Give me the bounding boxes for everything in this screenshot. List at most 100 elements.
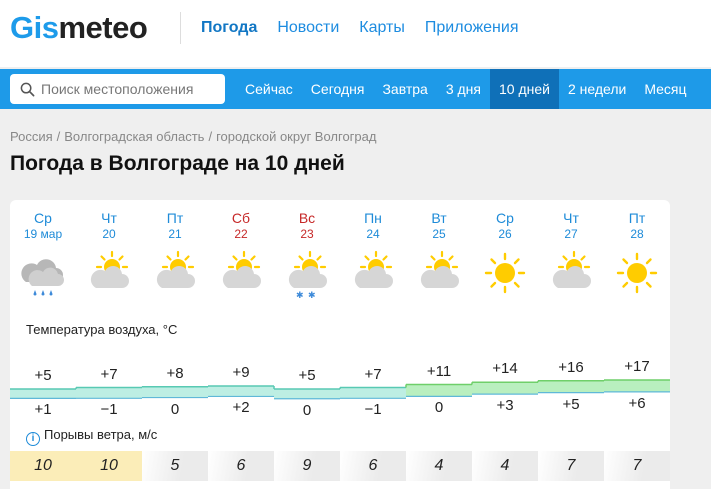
max-temp-value: +14 — [492, 360, 518, 378]
nav-news[interactable]: Новости — [277, 19, 339, 37]
main-nav: Погода Новости Карты Приложения — [201, 19, 518, 37]
max-temp-value: +8 — [166, 364, 184, 382]
temperature-band — [472, 382, 538, 395]
min-temp-value: 0 — [434, 399, 444, 417]
day-of-week: Пт — [166, 210, 184, 226]
day-date: 24 — [366, 227, 380, 241]
top-header: Gismeteo Погода Новости Карты Приложения — [0, 0, 711, 67]
gusts-label: Порывы ветра, м/с — [44, 427, 158, 442]
day-header[interactable]: Пт 28 — [604, 209, 670, 242]
search-input[interactable] — [41, 81, 211, 97]
forecast-toolbar: Сейчас Сегодня Завтра 3 дня 10 дней 2 не… — [0, 69, 711, 109]
temperature-band — [142, 386, 208, 398]
day-date: 20 — [102, 227, 116, 241]
min-temp-value: +3 — [496, 397, 514, 415]
temperature-band — [406, 384, 472, 397]
breadcrumb-separator: / — [56, 129, 61, 144]
wind-gust-value: 6 — [340, 451, 406, 481]
day-header[interactable]: Вс 23 — [274, 209, 340, 242]
tab-tomorrow[interactable]: Завтра — [373, 69, 436, 109]
tab-now[interactable]: Сейчас — [236, 69, 302, 109]
max-temp-value: +7 — [364, 365, 382, 383]
tab-2-weeks[interactable]: 2 недели — [559, 69, 635, 109]
sun-cloud-icon — [150, 248, 200, 298]
breadcrumb-separator: / — [208, 129, 213, 144]
min-temp-value: +2 — [232, 399, 250, 417]
wind-gust-value: 4 — [406, 451, 472, 481]
day-date: 28 — [630, 227, 644, 241]
min-temp-value: +1 — [34, 401, 52, 419]
sun-icon — [480, 248, 530, 298]
day-of-week: Чт — [101, 210, 117, 226]
nav-weather[interactable]: Погода — [201, 19, 257, 37]
gismeteo-logo[interactable]: Gismeteo — [10, 10, 148, 46]
breadcrumb-district[interactable]: городской округ Волгоград — [216, 129, 376, 144]
temperature-band — [10, 389, 76, 399]
info-icon[interactable]: i — [26, 432, 40, 446]
page-title: Погода в Волгограде на 10 дней — [10, 152, 345, 175]
wind-gust-value: 10 — [76, 451, 142, 481]
gusts-row: 10 10 5 6 9 6 4 4 7 7 — [10, 451, 670, 481]
sun-icon — [612, 248, 662, 298]
day-header[interactable]: Ср 19 мар — [10, 209, 76, 242]
min-temp-value: −1 — [100, 401, 118, 419]
day-date: 21 — [168, 227, 182, 241]
period-tabs: Сейчас Сегодня Завтра 3 дня 10 дней 2 не… — [236, 69, 696, 109]
temperature-band — [604, 380, 670, 392]
tab-10-days[interactable]: 10 дней — [489, 69, 559, 109]
tab-3-days[interactable]: 3 дня — [437, 69, 490, 109]
nav-apps[interactable]: Приложения — [425, 19, 519, 37]
search-icon — [20, 82, 35, 96]
logo-part-meteo: meteo — [58, 10, 148, 45]
day-header[interactable]: Чт 27 — [538, 209, 604, 242]
temperature-band — [76, 387, 142, 399]
day-of-week: Вт — [431, 210, 447, 226]
max-temp-value: +7 — [100, 365, 118, 383]
min-temp-value: −1 — [364, 401, 382, 419]
max-temp-value: +5 — [298, 367, 316, 384]
min-temp-value: +5 — [562, 395, 580, 413]
wind-gust-value: 4 — [472, 451, 538, 481]
max-temp-value: +5 — [34, 367, 52, 384]
day-header[interactable]: Ср 26 — [472, 209, 538, 242]
logo-part-gis: Gis — [10, 10, 59, 45]
temperature-band — [274, 389, 340, 399]
day-of-week: Ср — [34, 210, 52, 226]
day-header[interactable]: Пт 21 — [142, 209, 208, 242]
max-temp-value: +16 — [558, 358, 584, 376]
temperature-band — [538, 380, 604, 393]
sun-cloud-icon — [348, 248, 398, 298]
day-date: 27 — [564, 227, 578, 241]
day-date: 25 — [432, 227, 446, 241]
day-date: 22 — [234, 227, 248, 241]
day-of-week: Чт — [563, 210, 579, 226]
svg-text:✱: ✱ — [308, 291, 316, 298]
search-box[interactable] — [10, 74, 225, 104]
tab-month[interactable]: Месяц — [635, 69, 695, 109]
header-divider — [180, 12, 181, 44]
day-of-week: Вс — [298, 210, 316, 226]
breadcrumb-region[interactable]: Волгоградская область — [64, 129, 204, 144]
tab-today[interactable]: Сегодня — [302, 69, 374, 109]
sun-cloud-icon — [546, 248, 596, 298]
day-date: 19 мар — [23, 227, 63, 241]
day-header[interactable]: Сб 22 — [208, 209, 274, 242]
nav-maps[interactable]: Карты — [359, 19, 405, 37]
day-date: 23 — [300, 227, 314, 241]
max-temp-value: +9 — [232, 364, 250, 381]
gusts-label-row: i Порывы ветра, м/с — [26, 427, 157, 446]
wind-gust-value: 5 — [142, 451, 208, 481]
day-header[interactable]: Пн 24 — [340, 209, 406, 242]
max-temp-value: +11 — [426, 362, 452, 380]
day-header[interactable]: Чт 20 — [76, 209, 142, 242]
day-of-week: Пн — [364, 210, 382, 226]
day-header[interactable]: Вт 25 — [406, 209, 472, 242]
breadcrumb-country[interactable]: Россия — [10, 129, 53, 144]
min-temp-value: +6 — [628, 394, 646, 412]
cloud-rain-icon — [18, 248, 68, 298]
temperature-label: Температура воздуха, °C — [26, 322, 178, 337]
sun-cloud-icon — [216, 248, 266, 298]
temperature-band — [340, 387, 406, 399]
wind-gust-value: 7 — [538, 451, 604, 481]
forecast-card: Ср 19 мар Чт 20 Пт 21 Сб 22 Вс 23 ✱ ✱ Пн 24 Вт 25 Ср 26 Чт… — [10, 200, 670, 489]
